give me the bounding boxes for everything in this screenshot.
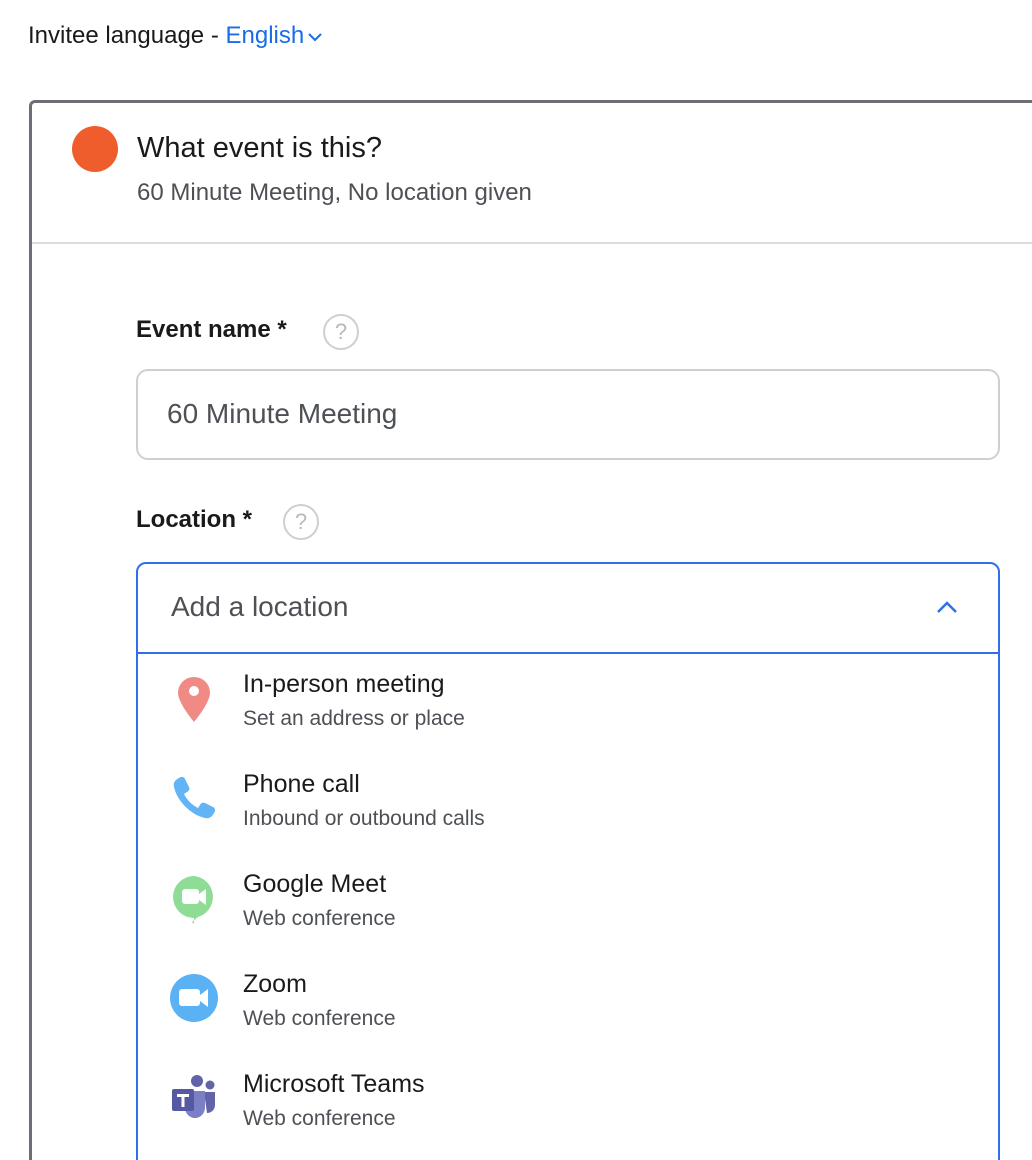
zoom-icon <box>170 974 218 1022</box>
option-title: Google Meet <box>243 870 387 898</box>
language-value: English <box>225 22 305 49</box>
option-subtitle: Web conference <box>243 907 396 930</box>
option-microsoft-teams[interactable]: Microsoft Teams Web conference <box>138 1054 998 1154</box>
location-placeholder: Add a location <box>171 591 349 622</box>
invitee-language-label: Invitee language - <box>28 22 226 49</box>
event-name-label: Event name * <box>136 316 287 343</box>
location-select[interactable]: Add a location <box>136 562 1000 654</box>
map-pin-icon <box>178 677 210 722</box>
option-title: Zoom <box>243 970 307 998</box>
option-google-meet[interactable]: Google Meet Web conference <box>138 854 998 954</box>
section-title: What event is this? <box>137 132 382 164</box>
option-subtitle: Set an address or place <box>243 707 465 730</box>
option-title: Microsoft Teams <box>243 1070 425 1098</box>
option-title: Phone call <box>243 770 360 798</box>
option-zoom[interactable]: Zoom Web conference <box>138 954 998 1054</box>
location-options-menu: In-person meeting Set an address or plac… <box>136 653 1000 1160</box>
chevron-down-icon <box>308 32 322 42</box>
event-name-help-icon[interactable]: ? <box>323 314 359 350</box>
chevron-up-icon <box>937 601 957 613</box>
option-title: In-person meeting <box>243 670 445 698</box>
option-subtitle: Inbound or outbound calls <box>243 807 485 830</box>
location-help-icon[interactable]: ? <box>283 504 319 540</box>
phone-icon <box>173 776 216 819</box>
option-in-person-meeting[interactable]: In-person meeting Set an address or plac… <box>138 654 998 754</box>
status-dot-icon <box>72 126 118 172</box>
invitee-language: Invitee language - English <box>28 22 323 50</box>
language-dropdown[interactable]: English <box>225 22 323 49</box>
location-label: Location * <box>136 506 253 533</box>
microsoft-teams-icon <box>172 1075 215 1118</box>
option-subtitle: Web conference <box>243 1107 396 1130</box>
event-name-input[interactable]: 60 Minute Meeting <box>136 369 1000 460</box>
option-subtitle: Web conference <box>243 1007 396 1030</box>
option-phone-call[interactable]: Phone call Inbound or outbound calls <box>138 754 998 854</box>
section-summary: 60 Minute Meeting, No location given <box>137 179 532 206</box>
google-meet-icon <box>173 876 213 924</box>
section-header[interactable]: What event is this? 60 Minute Meeting, N… <box>32 103 1032 244</box>
